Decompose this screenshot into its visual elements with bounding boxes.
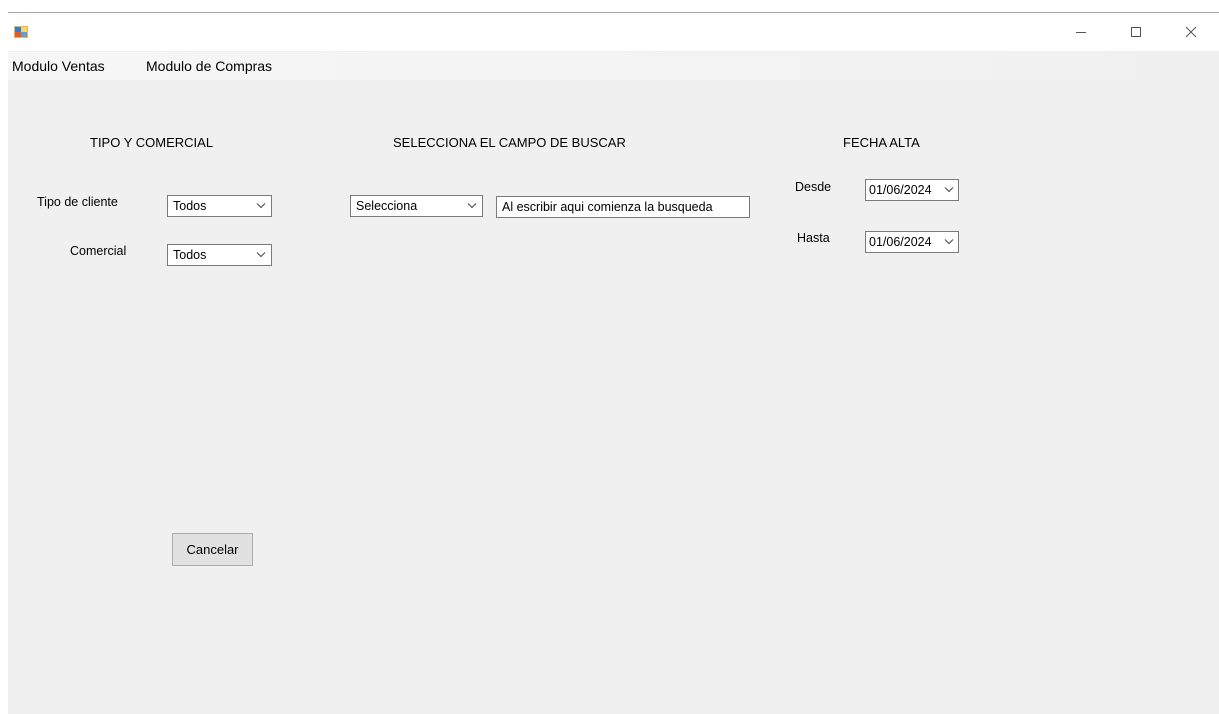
desde-label: Desde bbox=[795, 180, 832, 194]
minimize-icon bbox=[1076, 32, 1086, 33]
maximize-button[interactable] bbox=[1113, 13, 1159, 51]
hasta-date-value: 01/06/2024 bbox=[869, 235, 932, 249]
hasta-date-picker[interactable]: 01/06/2024 bbox=[865, 231, 959, 253]
form-icon bbox=[14, 26, 28, 38]
campo-buscar-select[interactable]: Selecciona bbox=[350, 195, 483, 217]
menu-item-compras[interactable]: Modulo de Compras bbox=[146, 58, 272, 74]
tipo-comercial-title: TIPO Y COMERCIAL bbox=[90, 135, 214, 150]
cancel-button[interactable]: Cancelar bbox=[172, 533, 253, 566]
title-bar[interactable] bbox=[8, 13, 1219, 51]
maximize-icon bbox=[1131, 27, 1141, 37]
comercial-value: Todos bbox=[173, 248, 207, 262]
desde-date-picker[interactable]: 01/06/2024 bbox=[865, 179, 959, 201]
chevron-down-icon bbox=[256, 252, 266, 258]
menu-item-ventas[interactable]: Modulo Ventas bbox=[12, 58, 105, 74]
chevron-down-icon bbox=[944, 187, 954, 193]
hasta-label: Hasta bbox=[797, 231, 830, 245]
comercial-select[interactable]: Todos bbox=[167, 244, 272, 266]
buscar-title: SELECCIONA EL CAMPO DE BUSCAR bbox=[393, 135, 626, 150]
close-icon bbox=[1185, 26, 1197, 38]
tipo-cliente-label: Tipo de cliente bbox=[37, 195, 118, 209]
search-input-text: Al escribir aqui comienza la busqueda bbox=[502, 200, 713, 214]
tipo-cliente-select[interactable]: Todos bbox=[167, 195, 272, 217]
main-window: Modulo Ventas Modulo de Compras TIPO Y C… bbox=[8, 12, 1219, 714]
search-input[interactable]: Al escribir aqui comienza la busqueda bbox=[496, 196, 750, 218]
tipo-cliente-value: Todos bbox=[173, 199, 207, 213]
menu-bar: Modulo Ventas Modulo de Compras bbox=[8, 52, 1219, 80]
fecha-alta-title: FECHA ALTA bbox=[843, 135, 920, 150]
comercial-label: Comercial bbox=[70, 244, 127, 258]
campo-buscar-value: Selecciona bbox=[356, 199, 418, 213]
desde-date-value: 01/06/2024 bbox=[869, 183, 932, 197]
minimize-button[interactable] bbox=[1058, 13, 1104, 51]
chevron-down-icon bbox=[944, 239, 954, 245]
chevron-down-icon bbox=[467, 203, 477, 209]
close-button[interactable] bbox=[1168, 13, 1214, 51]
chevron-down-icon bbox=[256, 203, 266, 209]
